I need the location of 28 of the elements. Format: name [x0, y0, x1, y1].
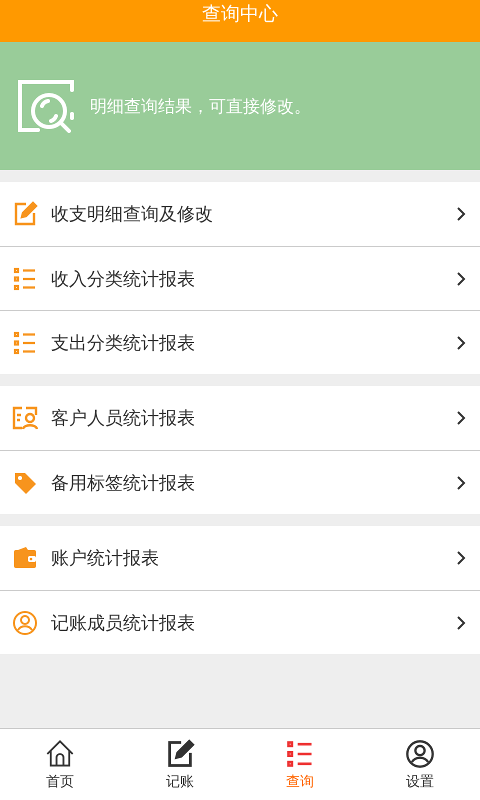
contact-card-icon [12, 405, 38, 431]
list-icon [12, 330, 38, 356]
menu-item[interactable]: 收支明细查询及修改 [0, 182, 480, 246]
home-icon [45, 738, 75, 768]
nav-tab[interactable]: 首页 [0, 729, 120, 800]
nav-tab[interactable]: 记账 [120, 729, 240, 800]
page-title: 查询中心 [202, 2, 278, 27]
menu-item[interactable]: 记账成员统计报表 [0, 590, 480, 654]
chevron-right-icon [456, 206, 466, 222]
chevron-right-icon [456, 270, 466, 286]
user-icon [12, 610, 38, 636]
chevron-right-icon [456, 334, 466, 350]
chevron-right-icon [456, 410, 466, 426]
chevron-right-icon [456, 550, 466, 566]
user-icon [405, 738, 435, 768]
menu-item[interactable]: 支出分类统计报表 [0, 310, 480, 374]
chevron-right-icon [456, 614, 466, 630]
edit-icon [12, 201, 38, 227]
menu-item[interactable]: 账户统计报表 [0, 526, 480, 590]
menu-item[interactable]: 客户人员统计报表 [0, 386, 480, 450]
nav-tab[interactable]: 设置 [360, 729, 480, 800]
menu-item[interactable]: 备用标签统计报表 [0, 450, 480, 514]
menu-item[interactable]: 收入分类统计报表 [0, 246, 480, 310]
wallet-icon [12, 545, 38, 571]
list-icon [12, 266, 38, 292]
chevron-right-icon [456, 474, 466, 490]
edit-icon [165, 738, 195, 768]
banner-text: 明细查询结果，可直接修改。 [90, 96, 311, 118]
